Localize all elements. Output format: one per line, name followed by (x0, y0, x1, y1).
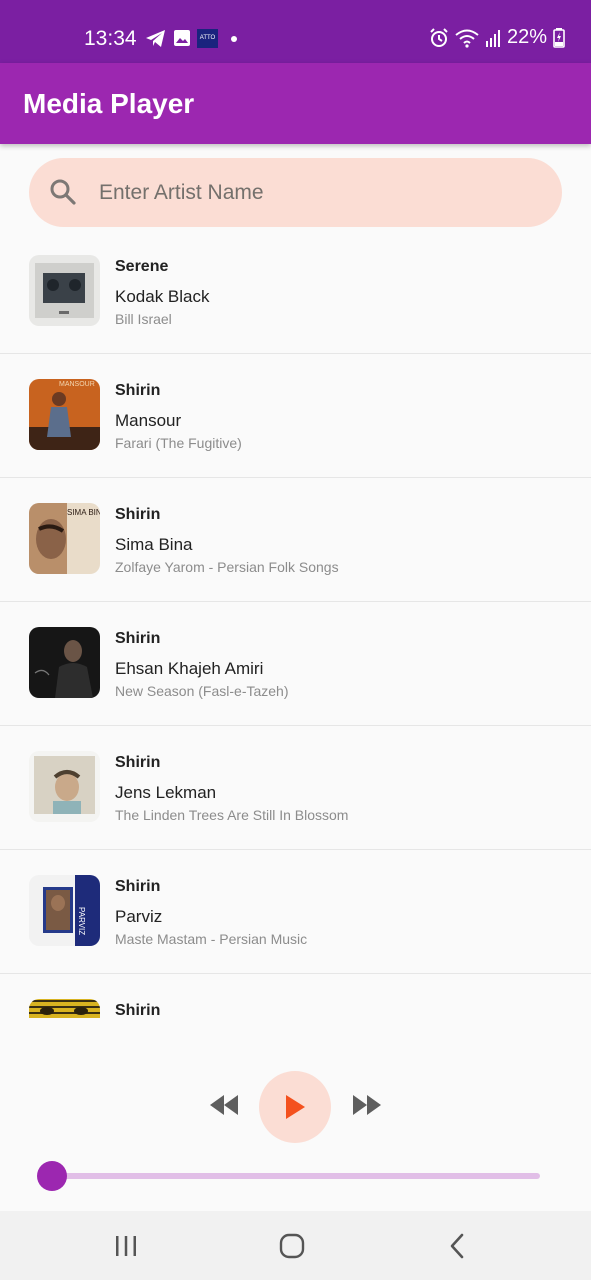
list-item[interactable]: Shirin Ehsan Khajeh Amiri New Season (Fa… (0, 602, 591, 726)
list-item[interactable]: Shirin (0, 974, 591, 1018)
album-cover-image (29, 751, 100, 822)
system-status: 22% (429, 26, 565, 49)
track-title: Shirin (115, 1002, 161, 1018)
play-button[interactable] (259, 1071, 331, 1143)
track-album: Maste Mastam - Persian Music (115, 931, 308, 947)
track-title: Shirin (115, 754, 161, 771)
wifi-icon (455, 29, 479, 48)
play-icon (286, 1095, 305, 1119)
track-artist: Ehsan Khajeh Amiri (115, 659, 264, 678)
atto-icon: ATTO (197, 29, 218, 48)
progress-slider-thumb[interactable] (37, 1161, 67, 1191)
track-title: Shirin (115, 630, 161, 647)
list-item[interactable]: Shirin Jens Lekman The Linden Trees Are … (0, 726, 591, 850)
track-album: Farari (The Fugitive) (115, 435, 242, 451)
list-item[interactable]: Serene Kodak Black Bill Israel (0, 230, 591, 354)
search-input[interactable] (97, 172, 541, 214)
signal-icon (485, 29, 500, 47)
telegram-icon (146, 30, 165, 47)
cover-text: SIMA BINA (67, 508, 100, 517)
battery-charging-icon (553, 27, 565, 48)
track-artist: Jens Lekman (115, 783, 217, 802)
track-album: New Season (Fasl-e-Tazeh) (115, 683, 289, 699)
track-title: Serene (115, 258, 169, 275)
home-button[interactable] (272, 1231, 312, 1261)
track-list[interactable]: Serene Kodak Black Bill Israel MANSOUR S… (0, 230, 591, 1018)
status-time: 13:34 (84, 27, 137, 50)
cover-text: PARVIZ (77, 907, 86, 935)
app-bar: Media Player (0, 63, 591, 144)
home-icon (279, 1233, 305, 1259)
search-bar[interactable] (29, 158, 562, 227)
dot-icon (231, 36, 237, 42)
gallery-icon (174, 30, 190, 46)
page-title: Media Player (23, 88, 195, 119)
track-title: Shirin (115, 382, 161, 399)
system-nav-bar (0, 1211, 591, 1280)
list-item[interactable]: SIMA BINA Shirin Sima Bina Zolfaye Yarom… (0, 478, 591, 602)
recents-button[interactable] (106, 1231, 146, 1261)
track-album: Bill Israel (115, 311, 172, 327)
list-item[interactable]: PARVIZ Shirin Parviz Maste Mastam - Pers… (0, 850, 591, 974)
rewind-icon (210, 1095, 238, 1115)
battery-percent: 22% (506, 26, 547, 48)
track-artist: Mansour (115, 411, 182, 430)
track-album: Zolfaye Yarom - Persian Folk Songs (115, 559, 339, 575)
track-artist: Parviz (115, 907, 163, 926)
album-cover-image: SIMA BINA (29, 503, 100, 574)
rewind-button[interactable] (206, 1090, 242, 1120)
track-artist: Kodak Black (115, 287, 210, 306)
track-title: Shirin (115, 878, 161, 895)
search-icon (50, 179, 76, 205)
track-title: Shirin (115, 506, 161, 523)
back-button[interactable] (437, 1231, 477, 1261)
album-cover-image (29, 999, 100, 1018)
list-item[interactable]: MANSOUR Shirin Mansour Farari (The Fugit… (0, 354, 591, 478)
track-album: The Linden Trees Are Still In Blossom (115, 807, 349, 823)
fast-forward-icon (353, 1095, 381, 1115)
recents-icon (116, 1236, 136, 1256)
cover-text: MANSOUR (59, 381, 95, 388)
track-artist: Sima Bina (115, 535, 193, 554)
fast-forward-button[interactable] (349, 1090, 385, 1120)
album-cover-image (29, 627, 100, 698)
status-bar: 13:34 ATTO 22% (0, 0, 591, 63)
album-cover-image: MANSOUR (29, 379, 100, 450)
progress-slider-track[interactable] (50, 1173, 540, 1179)
alarm-icon (430, 27, 448, 47)
album-cover-image: PARVIZ (29, 875, 100, 946)
back-icon (450, 1233, 464, 1259)
album-cover-image (29, 255, 100, 326)
